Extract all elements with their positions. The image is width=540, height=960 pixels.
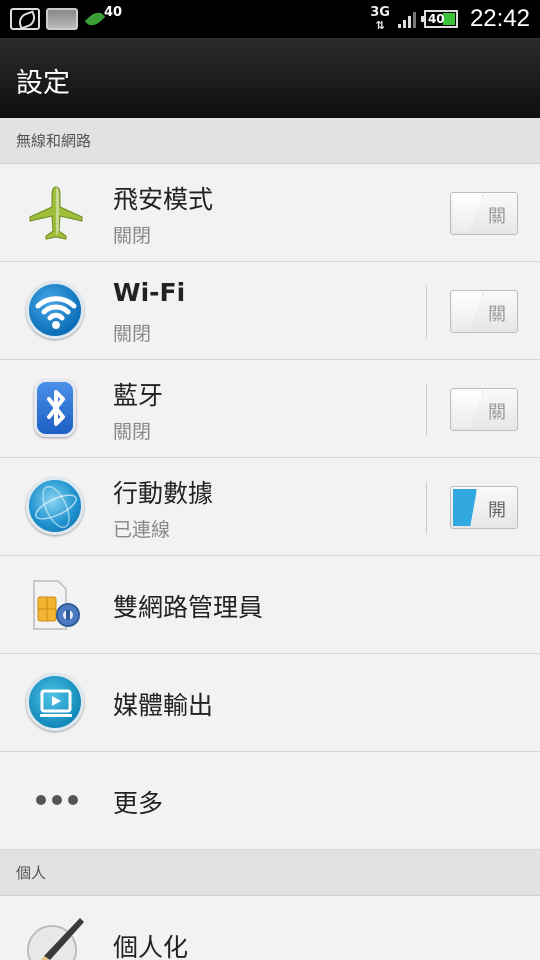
divider	[426, 482, 427, 534]
toggle-thumb	[453, 391, 483, 428]
settings-item-bluetooth[interactable]: 藍牙 關閉 關	[0, 360, 540, 458]
dual-network-manager-label: 雙網路管理員	[113, 593, 264, 622]
section-header-wireless: 無線和網路	[0, 118, 540, 164]
toggle-thumb	[453, 293, 483, 330]
airplane-mode-label: 飛安模式	[113, 185, 214, 214]
globe-icon	[26, 477, 86, 537]
airplane-mode-toggle[interactable]: 關	[450, 192, 518, 235]
settings-item-mobile-data[interactable]: 行動數據 已連線 開	[0, 458, 540, 556]
toggle-state-label: 關	[488, 304, 506, 325]
divider	[426, 286, 427, 338]
settings-item-more[interactable]: 更多	[0, 752, 540, 850]
media-output-label: 媒體輸出	[113, 691, 214, 720]
divider	[426, 384, 427, 436]
toggle-thumb	[453, 489, 477, 526]
personalize-label: 個人化	[113, 933, 189, 960]
signal-strength-icon	[397, 10, 416, 28]
toggle-thumb	[453, 195, 483, 232]
toggle-state-label: 關	[488, 402, 506, 423]
image-notification-icon	[46, 8, 78, 30]
app-header: 設定	[0, 38, 540, 118]
leaf-icon	[84, 8, 106, 30]
mobile-data-status: 已連線	[113, 519, 171, 541]
bluetooth-status: 關閉	[113, 421, 152, 443]
page-title: 設定	[16, 68, 70, 99]
toggle-state-label: 開	[488, 500, 506, 521]
more-label: 更多	[113, 789, 164, 818]
wifi-status: 關閉	[113, 323, 152, 345]
more-dots-icon	[26, 771, 86, 831]
sim-card-gear-icon	[26, 575, 86, 635]
network-type-icon: 3G ⇅	[370, 5, 390, 32]
airplane-mode-status: 關閉	[113, 225, 152, 247]
settings-item-wifi[interactable]: Wi-Fi 關閉 關	[0, 262, 540, 360]
battery-icon: 40	[420, 10, 458, 28]
green-card-icon	[10, 8, 40, 30]
notification-icons: 40	[10, 4, 123, 32]
system-indicators: 3G ⇅ 40 22:42	[370, 4, 530, 34]
mobile-data-label: 行動數據	[113, 479, 214, 508]
settings-item-dual-network-manager[interactable]: 雙網路管理員	[0, 556, 540, 654]
wifi-toggle[interactable]: 關	[450, 290, 518, 333]
bluetooth-icon	[26, 379, 86, 439]
bluetooth-label: 藍牙	[113, 381, 164, 410]
toggle-state-label: 關	[488, 206, 506, 227]
wifi-icon	[26, 281, 86, 341]
settings-item-personalize[interactable]: 個人化	[0, 896, 540, 960]
media-output-icon	[26, 673, 86, 733]
airplane-icon	[26, 183, 86, 243]
section-header-personal: 個人	[0, 850, 540, 896]
mobile-data-toggle[interactable]: 開	[450, 486, 518, 529]
notification-count: 40	[104, 4, 123, 20]
settings-item-media-output[interactable]: 媒體輸出	[0, 654, 540, 752]
paintbrush-icon	[26, 914, 86, 960]
clock: 22:42	[469, 5, 530, 32]
status-bar: 40 3G ⇅ 40 22:42	[0, 0, 540, 38]
settings-item-airplane-mode[interactable]: 飛安模式 關閉 關	[0, 164, 540, 262]
wifi-label: Wi-Fi	[113, 278, 186, 307]
bluetooth-toggle[interactable]: 關	[450, 388, 518, 431]
